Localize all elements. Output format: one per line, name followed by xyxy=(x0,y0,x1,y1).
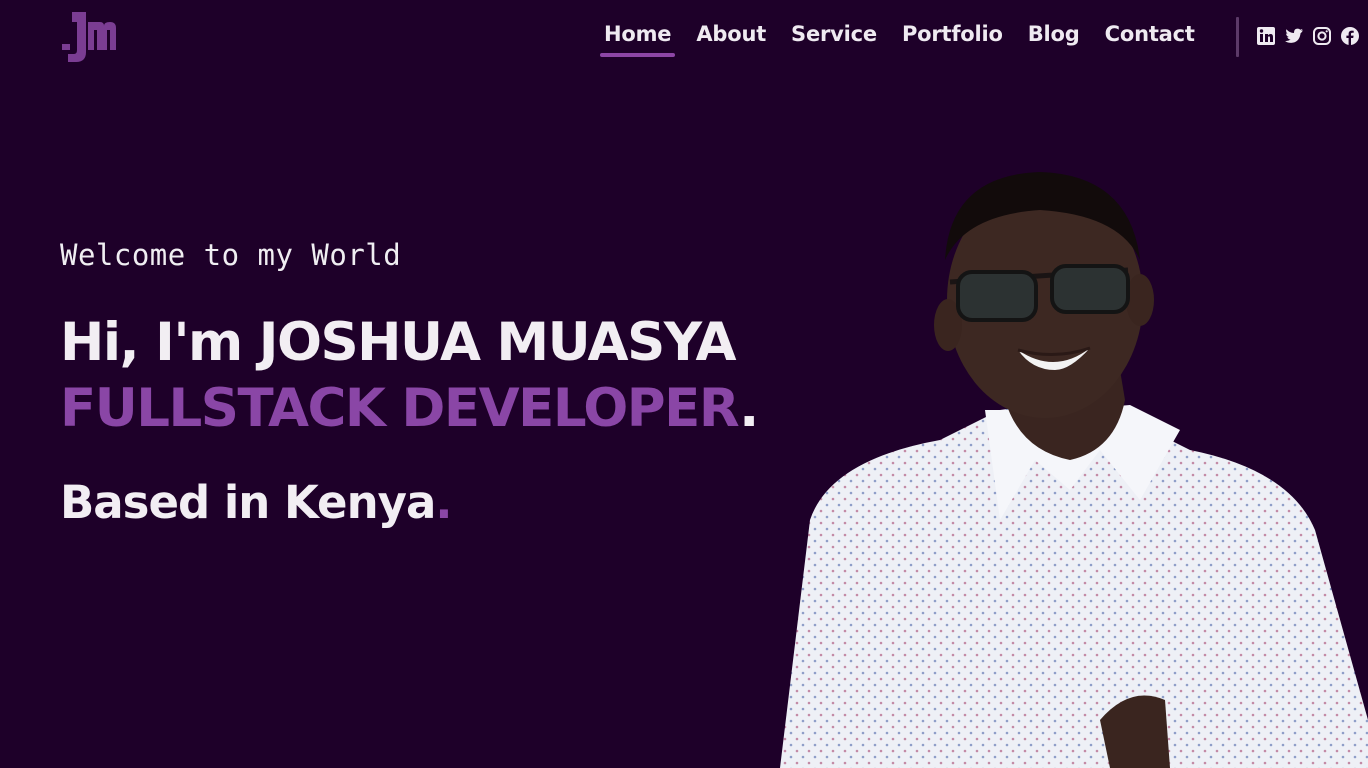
nav-portfolio-label: Portfolio xyxy=(901,22,1003,46)
nav-blog-label: Blog xyxy=(1027,22,1080,46)
nav-contact[interactable]: Contact xyxy=(1105,16,1195,56)
site-logo[interactable] xyxy=(60,10,118,64)
hero-location: Based in Kenya xyxy=(60,476,436,529)
hero-greeting: Hi, I'm JOSHUA MUASYA xyxy=(60,312,737,373)
hero-location-line: Based in Kenya. xyxy=(60,476,452,529)
facebook-icon[interactable] xyxy=(1340,26,1360,46)
nav-home-label: Home xyxy=(604,22,672,46)
nav-divider xyxy=(1236,17,1239,57)
active-underline xyxy=(600,53,676,57)
nav-about-label: About xyxy=(696,22,767,46)
nav-blog[interactable]: Blog xyxy=(1028,16,1080,56)
nav-service-label: Service xyxy=(791,22,877,46)
linkedin-icon[interactable] xyxy=(1256,26,1276,46)
nav-portfolio[interactable]: Portfolio xyxy=(902,16,1003,56)
nav-home[interactable]: Home xyxy=(600,16,676,57)
hero-role-line: FULLSTACK DEVELOPER. xyxy=(60,378,759,439)
main-nav: Home About Service Portfolio Blog Contac… xyxy=(596,16,1220,57)
instagram-icon[interactable] xyxy=(1312,26,1332,46)
hero-location-dot: . xyxy=(435,476,452,529)
welcome-text: Welcome to my World xyxy=(60,238,402,272)
twitter-icon[interactable] xyxy=(1284,26,1304,46)
hero-role-dot: . xyxy=(739,378,759,439)
profile-photo xyxy=(780,172,1368,768)
nav-contact-label: Contact xyxy=(1104,22,1195,46)
hero-role: FULLSTACK DEVELOPER xyxy=(60,378,741,439)
nav-about[interactable]: About xyxy=(696,16,766,56)
nav-service[interactable]: Service xyxy=(791,16,877,56)
